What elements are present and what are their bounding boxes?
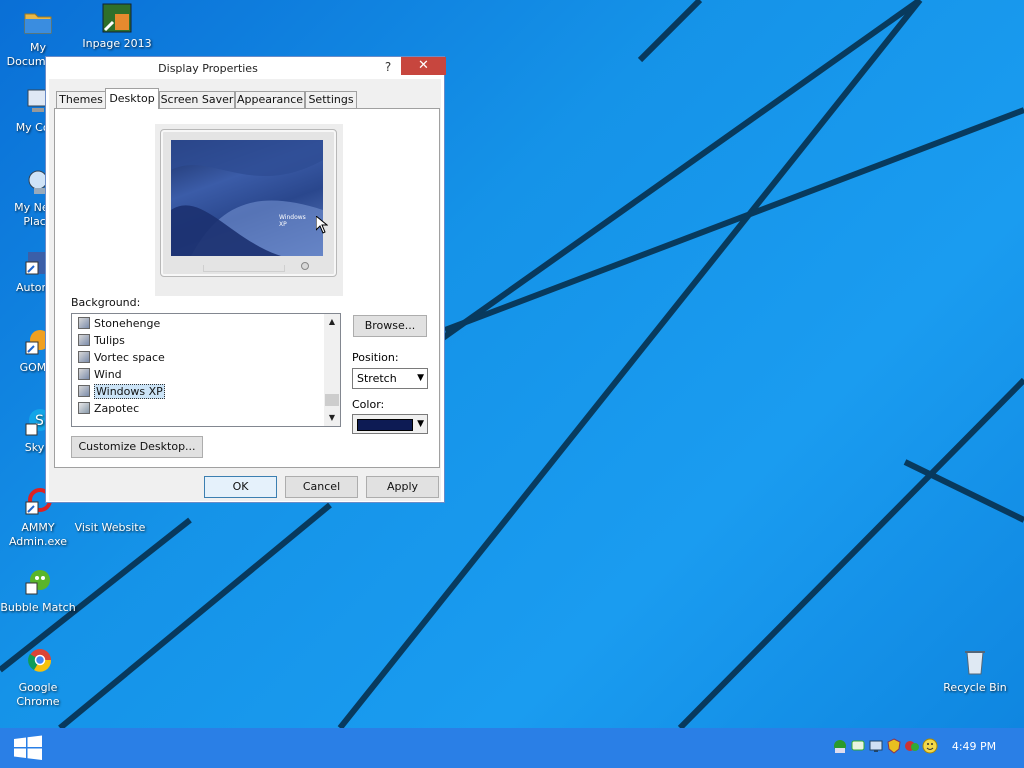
inpage-icon <box>101 2 133 34</box>
shield-icon[interactable] <box>886 738 902 754</box>
position-value: Stretch <box>357 372 397 385</box>
network-icon[interactable] <box>832 738 848 754</box>
smiley-icon[interactable] <box>922 738 938 754</box>
desktop-icon-inpage[interactable]: Inpage 2013 <box>79 2 155 51</box>
monitor-preview: Windows XP <box>160 129 337 277</box>
color-picker-button[interactable]: ▼ <box>352 414 428 434</box>
windows-logo-icon <box>14 735 42 760</box>
desktop-tab-panel: Windows XP Background: Stonehenge Tulips… <box>54 108 440 468</box>
preview-screen: Windows XP <box>171 140 323 256</box>
image-file-icon <box>78 351 90 363</box>
list-item[interactable]: Stonehenge <box>78 316 160 332</box>
background-label: Background: <box>71 296 141 309</box>
desktop: My Documents Inpage 2013 My Com My Netw … <box>0 0 1024 728</box>
monitor-power-icon <box>301 262 309 270</box>
recycle-bin-icon <box>959 646 991 678</box>
ok-button[interactable]: OK <box>204 476 277 498</box>
security-icon[interactable] <box>904 738 920 754</box>
customize-desktop-button[interactable]: Customize Desktop... <box>71 436 203 458</box>
tab-appearance[interactable]: Appearance <box>235 91 305 108</box>
list-item[interactable]: Zapotec <box>78 401 139 417</box>
desktop-icon-label: Google Chrome <box>16 681 60 708</box>
chevron-down-icon: ▼ <box>417 373 424 383</box>
image-file-icon <box>78 385 90 397</box>
desktop-icon-label: Visit Website <box>74 521 146 534</box>
browse-button[interactable]: Browse... <box>353 315 427 337</box>
desktop-icon-label: Inpage 2013 <box>82 37 152 50</box>
scroll-down-icon[interactable]: ▼ <box>324 410 340 426</box>
mouse-cursor-icon <box>316 216 328 234</box>
list-item[interactable]: Wind <box>78 367 122 383</box>
close-button[interactable]: ✕ <box>401 57 446 75</box>
bubble-match-icon <box>22 566 54 598</box>
dialog-title: Display Properties <box>158 62 258 75</box>
image-file-icon <box>78 402 90 414</box>
color-label: Color: <box>352 398 385 411</box>
image-file-icon <box>78 317 90 329</box>
taskbar: 4:49 PM <box>0 728 1024 768</box>
tab-screen-saver[interactable]: Screen Saver <box>159 91 235 108</box>
display-properties-dialog: Display Properties ? ✕ Themes Desktop Sc… <box>45 56 446 503</box>
list-item[interactable]: Tulips <box>78 333 125 349</box>
tab-themes[interactable]: Themes <box>56 91 106 108</box>
list-item-selected[interactable]: Windows XP <box>78 384 165 400</box>
preview-windows-logo: Windows XP <box>279 214 306 228</box>
image-file-icon <box>78 368 90 380</box>
position-dropdown[interactable]: Stretch ▼ <box>352 368 428 389</box>
chat-icon[interactable] <box>850 738 866 754</box>
color-swatch <box>357 419 413 431</box>
tab-settings[interactable]: Settings <box>305 91 357 108</box>
desktop-icon-label: Bubble Match <box>0 601 76 614</box>
background-list-scrollbar[interactable]: ▲ ▼ <box>324 314 340 426</box>
dialog-titlebar[interactable]: Display Properties ? ✕ <box>46 57 446 79</box>
help-button[interactable]: ? <box>378 59 398 75</box>
desktop-icon-google-chrome[interactable]: Google Chrome <box>0 646 76 709</box>
apply-button[interactable]: Apply <box>366 476 439 498</box>
scroll-up-icon[interactable]: ▲ <box>324 314 340 330</box>
taskbar-clock[interactable]: 4:49 PM <box>944 740 1004 753</box>
monitor-base <box>203 265 285 272</box>
monitor-icon[interactable] <box>868 738 884 754</box>
desktop-icon-bubble-match[interactable]: Bubble Match <box>0 566 76 615</box>
scrollbar-thumb[interactable] <box>325 394 339 406</box>
list-item[interactable]: Vortec space <box>78 350 165 366</box>
background-list[interactable]: Stonehenge Tulips Vortec space Wind Wind… <box>71 313 341 427</box>
image-file-icon <box>78 334 90 346</box>
desktop-icon-label: Recycle Bin <box>943 681 1007 694</box>
desktop-icon-recycle-bin[interactable]: Recycle Bin <box>937 646 1013 695</box>
position-label: Position: <box>352 351 399 364</box>
start-button[interactable] <box>12 734 44 762</box>
tab-desktop[interactable]: Desktop <box>105 88 159 109</box>
dialog-body: Themes Desktop Screen Saver Appearance S… <box>49 79 441 501</box>
chevron-down-icon: ▼ <box>417 419 424 429</box>
folder-icon <box>22 6 54 38</box>
cancel-button[interactable]: Cancel <box>285 476 358 498</box>
chrome-icon <box>22 646 54 678</box>
wallpaper-preview: Windows XP <box>155 124 343 296</box>
desktop-icon-label: AMMY Admin.exe <box>8 521 68 548</box>
